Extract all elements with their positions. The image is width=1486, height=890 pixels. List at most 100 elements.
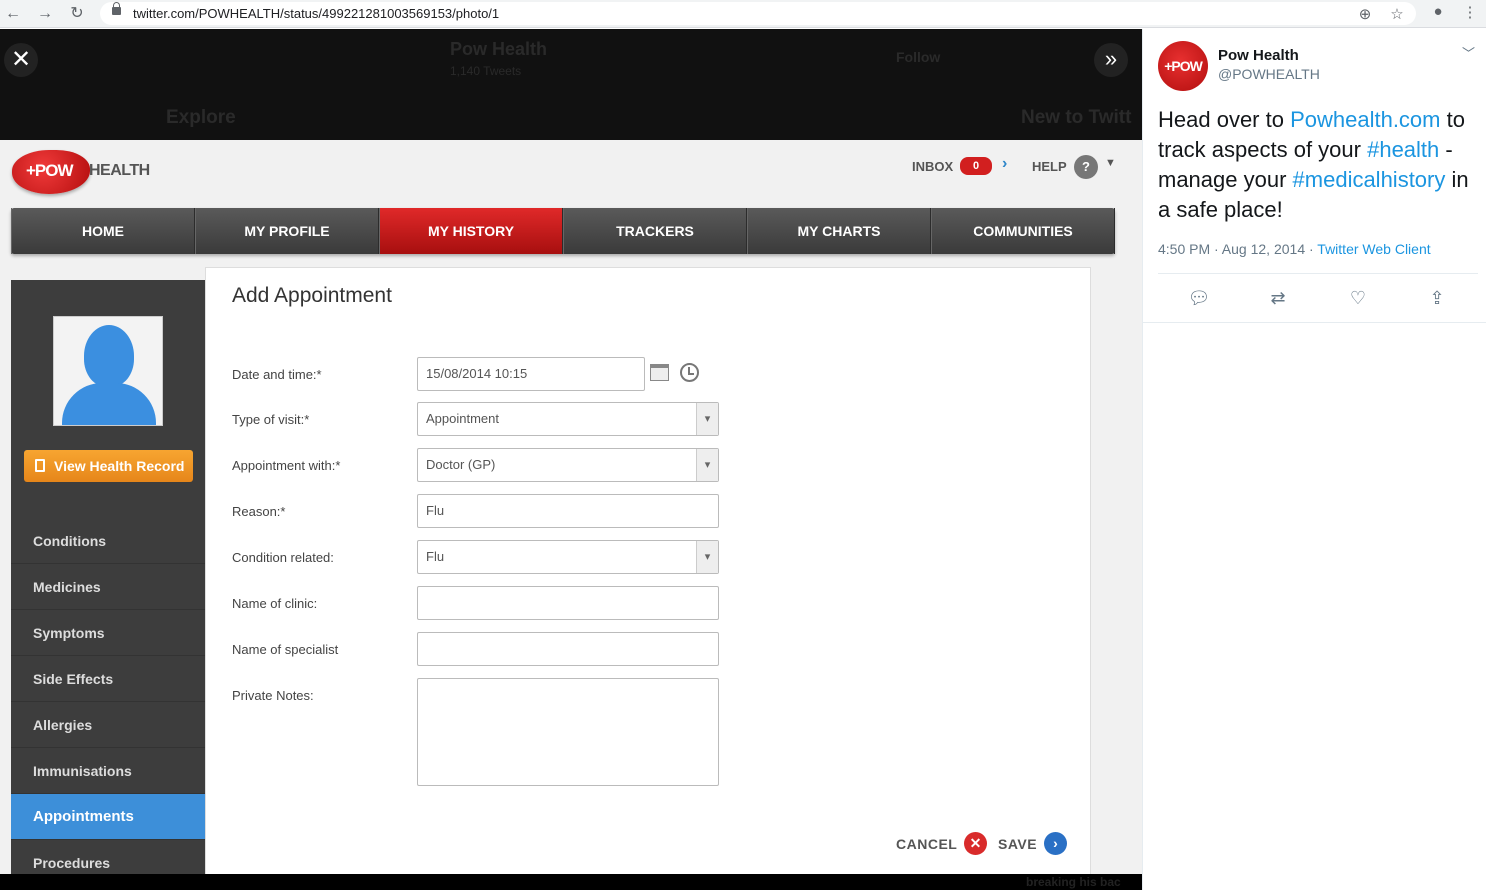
inbox-link[interactable]: INBOX (912, 159, 953, 174)
background-tweet-count: 1,140 Tweets (450, 64, 522, 78)
main-navigation: HOME MY PROFILE MY HISTORY TRACKERS MY C… (11, 208, 1115, 254)
tweet-text-part: Head over to (1158, 107, 1291, 132)
save-label[interactable]: SAVE (998, 836, 1037, 852)
condition-label: Condition related: (232, 550, 334, 565)
tweet-panel: +POW Pow Health @POWHEALTH ﹀ Head over t… (1142, 29, 1486, 890)
appointment-with-select[interactable]: Doctor (GP) (417, 448, 719, 482)
tweet-author-name[interactable]: Pow Health (1218, 47, 1299, 64)
nav-my-charts[interactable]: MY CHARTS (747, 208, 931, 254)
background-bottom-text: breaking his bac (1026, 875, 1121, 889)
sidebar-item-appointments[interactable]: Appointments (11, 794, 206, 840)
specialist-input[interactable] (417, 632, 719, 666)
kebab-menu-icon[interactable]: ⋮ (1460, 3, 1480, 21)
sidebar-item-side-effects[interactable]: Side Effects (11, 656, 206, 702)
sidebar-list: Conditions Medicines Symptoms Side Effec… (11, 518, 206, 874)
date-label: Date and time:* (232, 367, 322, 382)
background-new-to-twitter: New to Twitt (1021, 107, 1132, 128)
double-chevron-right-icon: » (1104, 46, 1118, 71)
close-icon: ✕ (10, 46, 32, 73)
type-label: Type of visit:* (232, 412, 310, 427)
history-sidebar: View Health Record Conditions Medicines … (11, 280, 206, 874)
pow-health-logo: +POW HEALTH (12, 146, 172, 196)
private-notes-textarea[interactable] (417, 678, 719, 786)
reason-input[interactable]: Flu (417, 494, 719, 528)
form-title: Add Appointment (232, 284, 392, 307)
sidebar-item-symptoms[interactable]: Symptoms (11, 610, 206, 656)
tweet-timestamp[interactable]: 4:50 PM · Aug 12, 2014 · (1158, 241, 1317, 257)
sidebar-item-medicines[interactable]: Medicines (11, 564, 206, 610)
reason-label: Reason:* (232, 504, 286, 519)
sidebar-item-allergies[interactable]: Allergies (11, 702, 206, 748)
tweet-client-link[interactable]: Twitter Web Client (1317, 241, 1430, 257)
sidebar-item-procedures[interactable]: Procedures (11, 840, 206, 874)
clock-icon[interactable] (680, 363, 699, 382)
nav-my-profile[interactable]: MY PROFILE (195, 208, 379, 254)
nav-communities[interactable]: COMMUNITIES (931, 208, 1115, 254)
date-time-input[interactable]: 15/08/2014 10:15 (417, 357, 645, 391)
avatar-head-shape (84, 325, 134, 387)
chevron-down-icon[interactable]: ﹀ (1462, 43, 1475, 62)
divider (1143, 322, 1486, 323)
sidebar-item-conditions[interactable]: Conditions (11, 518, 206, 564)
address-bar[interactable]: twitter.com/POWHEALTH/status/49922128100… (100, 2, 1416, 25)
chevron-right-icon: › (1002, 155, 1008, 172)
close-button[interactable]: ✕ (4, 43, 38, 77)
hashtag-medicalhistory[interactable]: #medicalhistory (1293, 167, 1446, 192)
cancel-icon[interactable]: ✕ (964, 832, 987, 855)
nav-trackers[interactable]: TRACKERS (563, 208, 747, 254)
type-of-visit-select[interactable]: Appointment (417, 402, 719, 436)
caret-down-icon[interactable]: ▼ (1105, 157, 1116, 169)
tweet-author-avatar[interactable]: +POW (1158, 41, 1208, 91)
sidebar-item-immunisations[interactable]: Immunisations (11, 748, 206, 794)
tweet-link[interactable]: Powhealth.com (1290, 107, 1440, 132)
calendar-icon[interactable] (650, 364, 669, 381)
nav-my-history[interactable]: MY HISTORY (379, 208, 563, 254)
background-follow: Follow (896, 49, 941, 65)
background-title: Pow Health (450, 39, 548, 59)
background-twitter-page: Pow Health 1,140 Tweets Explore Follow N… (0, 29, 1142, 140)
specialist-label: Name of specialist (232, 642, 339, 657)
background-explore: Explore (166, 107, 236, 128)
tweet-actions: 💬︎ ⇄ ♡ ⇪ (1143, 285, 1486, 313)
bottom-strip (0, 874, 1142, 890)
bookmark-star-icon[interactable]: ☆ (1387, 5, 1407, 23)
help-icon[interactable]: ? (1074, 155, 1098, 179)
tweet-photo: +POW HEALTH INBOX 0 › HELP ? ▼ HOME MY P… (0, 140, 1142, 874)
lock-icon (112, 2, 121, 15)
nav-home[interactable]: HOME (11, 208, 195, 254)
view-health-record-button[interactable]: View Health Record (24, 450, 193, 482)
share-icon[interactable]: ⇪ (1424, 285, 1450, 311)
inbox-badge: 0 (960, 157, 992, 175)
help-link[interactable]: HELP (1032, 159, 1067, 174)
logo-health-text: HEALTH (89, 162, 150, 179)
next-panel-button[interactable]: » (1094, 43, 1128, 77)
like-heart-icon[interactable]: ♡ (1345, 285, 1371, 311)
record-icon (35, 459, 45, 472)
url-text: twitter.com/POWHEALTH/status/49922128100… (133, 6, 500, 21)
add-icon[interactable]: ⊕ (1355, 5, 1375, 23)
tweet-metadata: 4:50 PM · Aug 12, 2014 · Twitter Web Cli… (1158, 241, 1431, 257)
profile-icon[interactable]: ● (1428, 3, 1448, 20)
reply-icon[interactable]: 💬︎ (1186, 285, 1212, 311)
clinic-input[interactable] (417, 586, 719, 620)
with-label: Appointment with:* (232, 458, 341, 473)
cancel-label[interactable]: CANCEL (896, 836, 957, 852)
tweet-text: Head over to Powhealth.com to track aspe… (1158, 105, 1483, 225)
media-viewer: Pow Health 1,140 Tweets Explore Follow N… (0, 29, 1142, 890)
tweet-author-handle[interactable]: @POWHEALTH (1218, 66, 1320, 82)
hashtag-health[interactable]: #health (1367, 137, 1439, 162)
browser-toolbar: ← → ↻ twitter.com/POWHEALTH/status/49922… (0, 0, 1486, 28)
notes-label: Private Notes: (232, 688, 314, 703)
forward-arrow-icon[interactable]: → (34, 3, 56, 25)
reload-icon[interactable]: ↻ (66, 3, 88, 25)
view-health-record-label: View Health Record (54, 458, 185, 474)
back-arrow-icon[interactable]: ← (2, 3, 24, 25)
condition-related-select[interactable]: Flu (417, 540, 719, 574)
clinic-label: Name of clinic: (232, 596, 318, 611)
logo-pow-text: +POW (26, 161, 74, 180)
save-arrow-icon[interactable]: › (1044, 832, 1067, 855)
avatar-body-shape (62, 383, 156, 425)
retweet-icon[interactable]: ⇄ (1265, 285, 1291, 311)
divider (1158, 273, 1478, 274)
user-avatar (53, 316, 163, 426)
